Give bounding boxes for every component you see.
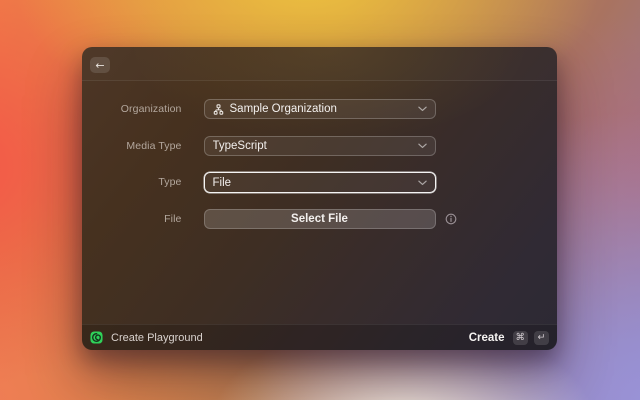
select-file-label: Select File — [291, 213, 348, 225]
organization-value: Sample Organization — [230, 103, 412, 115]
select-file-button[interactable]: Select File — [204, 209, 436, 229]
organization-dropdown[interactable]: Sample Organization — [204, 99, 436, 119]
cmd-key-icon: ⌘ — [513, 331, 529, 345]
back-arrow-icon: ← — [95, 60, 104, 71]
media-type-value: TypeScript — [213, 140, 412, 152]
create-playground-dialog: ← Organization Sample Organization — [82, 47, 557, 350]
create-playground-form: Organization Sample Organization Me — [82, 99, 557, 245]
type-value: File — [213, 177, 412, 189]
playground-logo-icon — [90, 331, 103, 344]
chevron-down-icon — [418, 180, 427, 186]
create-button[interactable]: Create ⌘ ↵ — [469, 331, 549, 345]
create-label: Create — [469, 332, 505, 344]
dialog-footer: Create Playground Create ⌘ ↵ — [82, 324, 557, 350]
command-title: Create Playground — [111, 332, 461, 344]
chevron-down-icon — [418, 143, 427, 149]
info-icon[interactable] — [445, 213, 457, 225]
chevron-down-icon — [418, 106, 427, 112]
organization-label: Organization — [121, 103, 182, 115]
enter-key-icon: ↵ — [534, 331, 549, 345]
media-type-label: Media Type — [126, 140, 181, 152]
back-button[interactable]: ← — [90, 57, 110, 73]
organization-icon — [213, 104, 224, 115]
media-type-dropdown[interactable]: TypeScript — [204, 136, 436, 156]
form-row-organization: Organization Sample Organization — [204, 99, 436, 119]
form-row-file: File Select File — [204, 209, 436, 229]
type-dropdown[interactable]: File — [204, 172, 436, 193]
form-row-media-type: Media Type TypeScript — [204, 136, 436, 156]
form-row-type: Type File — [204, 172, 436, 192]
dialog-header: ← — [82, 47, 557, 81]
file-label: File — [164, 213, 181, 225]
type-label: Type — [158, 176, 181, 188]
